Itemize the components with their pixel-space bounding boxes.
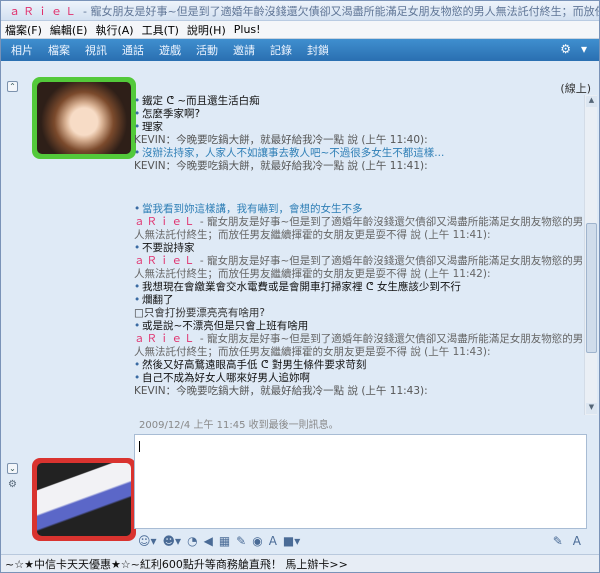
color-icon[interactable]: ■▾ <box>283 534 300 548</box>
wink-icon[interactable]: ☻▾ <box>163 534 182 548</box>
message-text: 不要說持家 <box>134 242 586 255</box>
options-dropdown-icon[interactable]: ▾ <box>581 42 587 56</box>
menu-file[interactable]: 檔案(F) <box>5 22 42 38</box>
contact-status: (線上) <box>560 82 591 95</box>
toolbar-photos[interactable]: 相片 <box>11 42 33 58</box>
message-text: 自己不成為好女人哪來好男人追妳啊 <box>134 372 586 385</box>
text-caret <box>139 441 140 452</box>
message-header: ａＲｉｅＬ - 寵女朋友是好事~但是到了適婚年齡沒錢還欠債卻又渴盡所能滿足女朋友… <box>134 216 586 242</box>
background-icon[interactable]: ▦ <box>219 534 230 548</box>
sender-name: ａＲｉｅＬ <box>134 216 197 228</box>
menu-bar: 檔案(F) 編輯(E) 執行(A) 工具(T) 說明(H) Plus! <box>1 21 599 39</box>
menu-help[interactable]: 說明(H) <box>187 22 226 38</box>
conversation-scrollbar[interactable]: ▲ ▼ <box>584 95 597 415</box>
menu-tools[interactable]: 工具(T) <box>142 22 179 38</box>
sender-status: - 寵女朋友是好事~但是到了適婚年齡沒錢還欠債卻又渴盡所能滿足女朋友物慾的男人無… <box>134 333 584 358</box>
nudge-icon[interactable]: ◔ <box>187 534 197 548</box>
handwriting-icon[interactable]: ✎ <box>236 534 246 548</box>
menu-plus[interactable]: Plus! <box>234 23 261 36</box>
message-text: 我想現在會繳業會交水電費或是會開車打掃家裡 ᕦ 女生應該少到不行 <box>134 281 586 294</box>
toolbar-block[interactable]: 封鎖 <box>307 42 329 58</box>
message-text: 鐵定 ᕦ ~而且還生活白痴 <box>134 95 586 108</box>
scroll-up-icon[interactable]: ▲ <box>586 96 597 107</box>
contact-card-icon[interactable]: ⚙ <box>560 42 571 56</box>
chat-window: ａＲｉｅＬ - 寵女朋友是好事~但是到了適婚年齡沒錢還欠債卻又渴盡所能滿足女朋友… <box>0 0 600 573</box>
message-header: ａＲｉｅＬ - 寵女朋友是好事~但是到了適婚年齡沒錢還欠債卻又渴盡所能滿足女朋友… <box>134 333 586 359</box>
message-text: 然後又好高鶩遠眼高手低 ᕦ 對男生條件要求苛刻 <box>134 359 586 372</box>
self-avatar <box>37 463 131 536</box>
toolbar-video[interactable]: 視訊 <box>85 42 107 58</box>
collapse-contact-icon[interactable]: ⌃ <box>7 81 18 92</box>
game-icon[interactable]: ◉ <box>252 534 262 548</box>
advertisement-bar[interactable]: ~☆★中信卡天天優惠★☆~紅利600點升等商務艙直飛！ 馬上辦卡>> <box>1 554 599 572</box>
scroll-down-icon[interactable]: ▼ <box>586 403 597 414</box>
ink-icon[interactable]: ✎ <box>553 534 563 548</box>
message-text: 或是說~不漂亮但是只會上班有啥用 <box>134 320 586 333</box>
title-bar[interactable]: ａＲｉｅＬ - 寵女朋友是好事~但是到了適婚年齡沒錢還欠債卻又渴盡所能滿足女朋友… <box>1 1 599 21</box>
settings-icon[interactable]: ⚙ <box>8 479 17 490</box>
input-toolbar: ☺▾ ☻▾ ◔ ◀ ▦ ✎ ◉ A ■▾ ✎ A <box>134 532 587 550</box>
sender-status: - 寵女朋友是好事~但是到了適婚年齡沒錢還欠債卻又渴盡所能滿足女朋友物慾的男人無… <box>134 216 584 241</box>
message-text: 爛翻了 <box>134 294 586 307</box>
voice-clip-icon[interactable]: ◀ <box>204 534 213 548</box>
sender-status: - 寵女朋友是好事~但是到了適婚年齡沒錢還欠債卻又渴盡所能滿足女朋友物慾的男人無… <box>134 255 584 280</box>
message-input[interactable] <box>134 434 587 529</box>
menu-edit[interactable]: 編輯(E) <box>50 22 88 38</box>
message-text: 怎麼季家啊? <box>134 108 586 121</box>
toolbar-files[interactable]: 檔案 <box>48 42 70 58</box>
message-text: □只會打扮要漂亮亮有啥用? <box>134 307 265 319</box>
conversation-history[interactable]: 鐵定 ᕦ ~而且還生活白痴怎麼季家啊?理家KEVIN：今晚要吃鍋大餅，就最好給我… <box>134 95 586 415</box>
toolbar-activities[interactable]: 活動 <box>196 42 218 58</box>
last-message-timestamp: 2009/12/4 上午 11:45 收到最後一則訊息。 <box>139 420 339 431</box>
message-header: KEVIN：今晚要吃鍋大餅，就最好給我冷一點 說 (上午 11:40): <box>134 134 428 146</box>
sender-name: ａＲｉｅＬ <box>134 333 197 345</box>
menu-actions[interactable]: 執行(A) <box>95 22 133 38</box>
toolbar-games[interactable]: 遊戲 <box>159 42 181 58</box>
action-toolbar: 相片 檔案 視訊 通話 遊戲 活動 邀請 記錄 封鎖 ⚙ ▾ <box>1 39 599 61</box>
emoticon-icon[interactable]: ☺▾ <box>138 534 157 548</box>
self-display-picture[interactable] <box>32 458 136 541</box>
font-icon[interactable]: A <box>269 534 277 548</box>
message-text: 理家 <box>134 121 586 134</box>
scroll-thumb[interactable] <box>586 223 597 353</box>
toolbar-history[interactable]: 記錄 <box>270 42 292 58</box>
message-text: 當我看到妳這樣講，我有嚇到，會想的女生不多 <box>134 203 586 216</box>
message-header: ａＲｉｅＬ - 寵女朋友是好事~但是到了適婚年齡沒錢還欠債卻又渴盡所能滿足女朋友… <box>134 255 586 281</box>
sender-name: ａＲｉｅＬ <box>134 255 197 267</box>
text-mode-icon[interactable]: A <box>573 534 581 548</box>
input-toolbar-right: ✎ A <box>553 534 587 548</box>
contact-status-message-title: - 寵女朋友是好事~但是到了適婚年齡沒錢還欠債卻又渴盡所能滿足女朋友物慾的男人無… <box>83 4 599 18</box>
contact-name-title: ａＲｉｅＬ <box>9 4 79 18</box>
toolbar-call[interactable]: 通話 <box>122 42 144 58</box>
toolbar-right-group: ⚙ ▾ <box>560 42 587 56</box>
collapse-self-icon[interactable]: ⌄ <box>7 463 18 474</box>
toolbar-invite[interactable]: 邀請 <box>233 42 255 58</box>
message-header: KEVIN：今晚要吃鍋大餅，就最好給我冷一點 說 (上午 11:41): <box>134 160 428 172</box>
message-header: KEVIN：今晚要吃鍋大餅，就最好給我冷一點 說 (上午 11:43): <box>134 385 428 397</box>
contact-display-picture[interactable] <box>32 77 136 159</box>
message-text: 沒辦法持家，人家人不如讓事去教人吧~不過很多女生不都這樣... <box>134 147 586 160</box>
contact-avatar <box>37 82 131 154</box>
